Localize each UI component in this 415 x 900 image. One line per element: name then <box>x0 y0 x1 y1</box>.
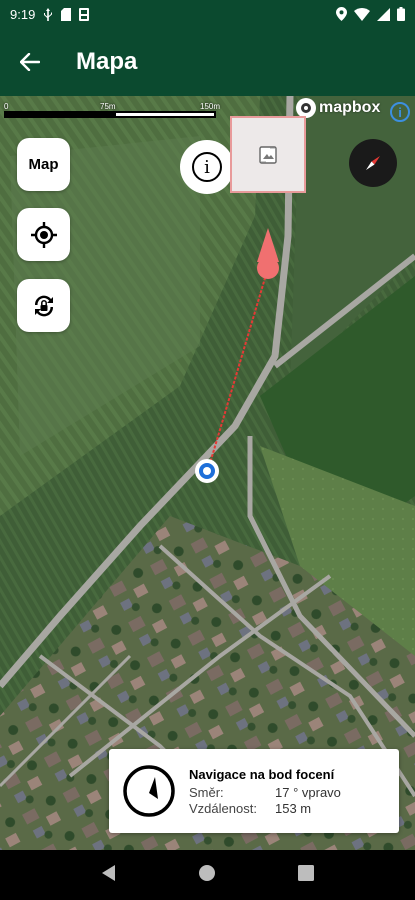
direction-label: Směr: <box>189 784 224 800</box>
save-icon <box>79 7 90 21</box>
sd-card-icon <box>61 7 72 21</box>
mapbox-logo-text: mapbox <box>319 99 381 116</box>
system-home-button[interactable] <box>198 864 216 887</box>
image-icon <box>259 145 277 164</box>
page-title: Mapa <box>76 48 138 75</box>
scale-label-end: 150m <box>200 102 221 111</box>
status-bar: 9:19 <box>0 0 415 28</box>
battery-icon <box>397 7 405 21</box>
compass-button[interactable] <box>349 139 397 187</box>
user-location-icon <box>195 459 219 483</box>
scale-bar: 0 75m 150m <box>4 102 220 118</box>
compass-icon <box>366 156 380 170</box>
mapbox-mark-icon <box>296 98 316 118</box>
back-triangle-icon <box>101 864 115 881</box>
locate-button[interactable] <box>17 208 70 261</box>
info-button[interactable]: i <box>180 140 234 194</box>
arrow-left-icon <box>20 53 40 71</box>
sync-lock-button[interactable] <box>17 279 70 332</box>
map-view[interactable]: 0 75m 150m mapbox i Map i Navigace na bo… <box>0 96 415 850</box>
signal-icon <box>377 7 390 21</box>
back-button[interactable] <box>0 28 60 96</box>
location-icon <box>336 7 347 21</box>
info-icon: i <box>192 152 222 182</box>
navigation-card: Navigace na bod focení Směr: 17 ° vpravo… <box>109 749 399 833</box>
map-style-button[interactable]: Map <box>17 138 70 191</box>
navigation-title: Navigace na bod focení <box>189 766 335 782</box>
distance-label: Vzdálenost: <box>189 800 257 816</box>
status-time: 9:19 <box>10 6 36 22</box>
wifi-icon <box>354 7 370 21</box>
distance-value: 153 m <box>275 800 312 816</box>
home-circle-icon <box>199 864 216 881</box>
scale-label-mid: 75m <box>100 102 116 111</box>
system-nav-bar <box>0 850 415 900</box>
direction-value: 17 ° vpravo <box>275 784 341 800</box>
photo-thumbnail[interactable] <box>230 116 306 193</box>
direction-row: Směr: 17 ° vpravo <box>189 785 341 800</box>
system-back-button[interactable] <box>101 864 117 887</box>
system-recents-button[interactable] <box>298 864 315 886</box>
distance-row: Vzdálenost: 153 m <box>189 801 341 816</box>
nav-card-icon-wrap <box>109 749 189 833</box>
usb-icon <box>44 7 53 21</box>
compass-arrow-icon <box>123 765 175 817</box>
target-marker-icon[interactable] <box>254 226 282 282</box>
attribution-info-button[interactable]: i <box>390 102 410 122</box>
scale-label-start: 0 <box>4 102 9 111</box>
navigation-info: Navigace na bod focení Směr: 17 ° vpravo… <box>189 767 341 816</box>
scale-fill <box>6 113 116 116</box>
recents-square-icon <box>298 864 315 881</box>
sync-lock-icon <box>34 295 53 316</box>
mapbox-logo: mapbox <box>296 98 380 118</box>
crosshair-icon <box>30 221 57 248</box>
app-bar: Mapa <box>0 28 415 96</box>
